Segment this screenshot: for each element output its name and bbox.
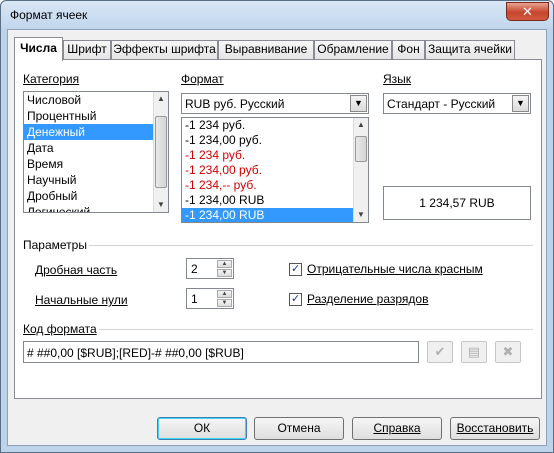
decimal-places-label: Дробная часть xyxy=(35,263,118,277)
format-code-value[interactable]: # ##0,00 [$RUB];[RED]-# ##0,00 [$RUB] xyxy=(27,346,244,360)
delete-format-button[interactable]: ✖ xyxy=(495,341,521,363)
scroll-down-icon[interactable]: ▼ xyxy=(354,208,368,222)
scroll-thumb[interactable] xyxy=(155,116,167,188)
numbers-panel: Категория Числовой Процентный Денежный Д… xyxy=(14,59,542,399)
delete-icon: ✖ xyxy=(502,344,514,359)
list-item[interactable]: Процентный xyxy=(24,108,168,124)
tab-background[interactable]: Фон xyxy=(392,40,425,60)
list-item[interactable]: -1 234,00 RUB xyxy=(182,208,368,222)
spin-up-icon[interactable]: ▲ xyxy=(217,260,232,268)
accept-format-button[interactable]: ✔ xyxy=(427,341,453,363)
negative-red-label[interactable]: Отрицательные числа красным xyxy=(307,262,483,276)
scroll-up-icon[interactable]: ▲ xyxy=(354,118,368,132)
currency-select[interactable]: RUB руб. Русский ▼ xyxy=(181,93,369,114)
list-item[interactable]: Логический xyxy=(24,204,168,212)
format-preview: 1 234,57 RUB xyxy=(383,186,531,220)
chevron-down-icon[interactable]: ▼ xyxy=(512,95,529,112)
list-item[interactable]: Дробный xyxy=(24,188,168,204)
spin-up-icon[interactable]: ▲ xyxy=(217,290,232,298)
dialog-body: Числа Шрифт Эффекты шрифта Выравнивание … xyxy=(7,29,547,446)
language-label: Язык xyxy=(383,72,412,86)
list-item[interactable]: Время xyxy=(24,156,168,172)
list-item[interactable]: Денежный xyxy=(24,124,168,140)
leading-zeros-label: Начальные нули xyxy=(35,293,128,307)
reset-button[interactable]: Восстановить xyxy=(450,417,540,440)
ok-button[interactable]: ОК xyxy=(157,417,247,440)
scroll-up-icon[interactable]: ▲ xyxy=(154,92,168,106)
list-item[interactable]: -1 234 руб. xyxy=(182,118,368,133)
help-button[interactable]: Справка xyxy=(352,417,442,440)
decimal-places-spin[interactable]: ▲ ▼ xyxy=(217,260,232,277)
spin-down-icon[interactable]: ▼ xyxy=(217,299,232,307)
leading-zeros-spin[interactable]: ▲ ▼ xyxy=(217,290,232,307)
list-item[interactable]: Числовой xyxy=(24,92,168,108)
leading-zeros-stepper[interactable]: 1 ▲ ▼ xyxy=(186,288,234,309)
cancel-button[interactable]: Отмена xyxy=(254,417,344,440)
language-select[interactable]: Стандарт - Русский ▼ xyxy=(383,93,531,114)
comment-icon: ▤ xyxy=(467,344,481,359)
negative-red-checkbox[interactable]: ✓ xyxy=(289,263,302,276)
thousands-separator-checkbox[interactable]: ✓ xyxy=(289,293,302,306)
edit-comment-button[interactable]: ▤ xyxy=(461,341,487,363)
category-list[interactable]: Числовой Процентный Денежный Дата Время … xyxy=(23,91,169,213)
checkmark-icon: ✓ xyxy=(291,293,301,305)
window-title: Формат ячеек xyxy=(10,8,88,22)
list-item[interactable]: Дата xyxy=(24,140,168,156)
spin-down-icon[interactable]: ▼ xyxy=(217,269,232,277)
thousands-separator-label[interactable]: Разделение разрядов xyxy=(307,292,428,306)
currency-select-value: RUB руб. Русский xyxy=(185,97,285,111)
format-label: Формат xyxy=(181,72,224,86)
options-divider xyxy=(89,245,533,246)
format-cells-dialog: Формат ячеек ✕ Числа Шрифт Эффекты шрифт… xyxy=(0,0,554,453)
list-item[interactable]: -1 234,-- руб. xyxy=(182,178,368,193)
list-item[interactable]: -1 234 руб. xyxy=(182,148,368,163)
options-label: Параметры xyxy=(23,238,87,252)
list-item[interactable]: -1 234,00 руб. xyxy=(182,163,368,178)
format-scrollbar[interactable]: ▲ ▼ xyxy=(353,118,368,222)
list-item[interactable]: Научный xyxy=(24,172,168,188)
list-item[interactable]: -1 234,00 RUB xyxy=(182,193,368,208)
tab-font[interactable]: Шрифт xyxy=(63,40,111,60)
decimal-places-value[interactable]: 2 xyxy=(191,262,198,276)
close-icon: ✕ xyxy=(522,4,533,19)
tab-borders[interactable]: Обрамление xyxy=(314,40,392,60)
close-button[interactable]: ✕ xyxy=(506,2,549,21)
format-code-divider xyxy=(99,329,533,330)
scroll-thumb[interactable] xyxy=(355,136,367,162)
category-scrollbar[interactable]: ▲ ▼ xyxy=(153,92,168,212)
language-select-value: Стандарт - Русский xyxy=(387,97,496,111)
preview-text: 1 234,57 RUB xyxy=(419,196,495,210)
decimal-places-stepper[interactable]: 2 ▲ ▼ xyxy=(186,258,234,279)
tab-numbers[interactable]: Числа xyxy=(14,37,63,61)
format-list[interactable]: -1 234 руб. -1 234,00 руб. -1 234 руб. -… xyxy=(181,117,369,223)
format-code-input[interactable]: # ##0,00 [$RUB];[RED]-# ##0,00 [$RUB] xyxy=(23,341,419,363)
chevron-down-icon[interactable]: ▼ xyxy=(350,95,367,112)
tab-alignment[interactable]: Выравнивание xyxy=(218,40,314,60)
format-code-label: Код формата xyxy=(23,322,97,336)
category-label: Категория xyxy=(23,72,80,86)
check-icon: ✔ xyxy=(434,344,446,359)
title-bar[interactable]: Формат ячеек ✕ xyxy=(1,1,553,29)
scroll-down-icon[interactable]: ▼ xyxy=(154,198,168,212)
list-item[interactable]: -1 234,00 руб. xyxy=(182,133,368,148)
tab-font-effects[interactable]: Эффекты шрифта xyxy=(111,40,218,60)
leading-zeros-value[interactable]: 1 xyxy=(191,292,198,306)
tab-cell-protection[interactable]: Защита ячейки xyxy=(425,40,515,60)
checkmark-icon: ✓ xyxy=(291,263,301,275)
